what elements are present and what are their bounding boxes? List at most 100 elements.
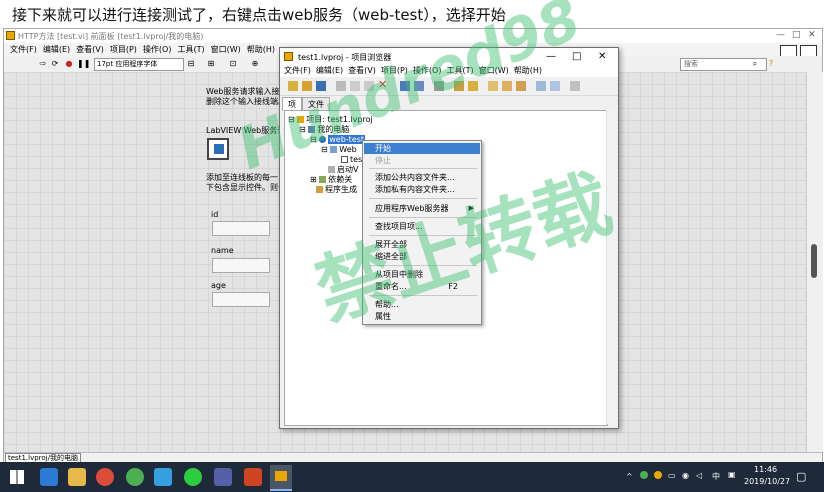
battery-icon[interactable]: ▭	[668, 471, 676, 480]
menu-file[interactable]: 文件(F)	[10, 43, 37, 56]
ime-indicator[interactable]: 中	[712, 471, 720, 482]
tree-project[interactable]: ⊟ 项目: test1.lvproj	[288, 115, 373, 125]
menu-item-stop[interactable]: 停止	[364, 155, 480, 166]
explorer-menu-project[interactable]: 项目(P)	[381, 65, 408, 77]
explorer-maximize-icon[interactable]: □	[572, 51, 581, 62]
network-icon[interactable]: ◉	[682, 471, 689, 480]
menu-view[interactable]: 查看(V)	[76, 43, 104, 56]
field-age-input[interactable]	[212, 292, 270, 307]
tree-my-computer[interactable]: ⊟ 我的电脑	[299, 125, 349, 135]
abort-icon[interactable]: ●	[64, 59, 74, 69]
save-all-icon[interactable]	[316, 81, 326, 91]
add-folder-icon[interactable]	[488, 81, 498, 91]
notification-icon[interactable]: ▢	[796, 470, 806, 483]
new-file-icon[interactable]	[288, 81, 298, 91]
menu-item-help[interactable]: 帮助...	[364, 299, 480, 310]
menu-item-remove-from-project[interactable]: 从项目中删除	[364, 269, 480, 280]
menu-item-rename[interactable]: 重命名... F2	[364, 281, 480, 292]
menu-project[interactable]: 项目(P)	[110, 43, 137, 56]
chrome-icon[interactable]	[96, 468, 114, 486]
explorer-menu-tools[interactable]: 工具(T)	[446, 65, 473, 77]
open-folder-icon[interactable]	[302, 81, 312, 91]
properties-icon[interactable]	[536, 81, 546, 91]
windows-start-icon[interactable]	[10, 470, 24, 484]
menu-item-add-private-folder[interactable]: 添加私有内容文件夹...	[364, 184, 480, 195]
explorer-menu-operate[interactable]: 操作(O)	[413, 65, 442, 77]
menu-item-app-web-server[interactable]: 应用程序Web服务器 ▶	[364, 203, 480, 214]
tree-vscroll[interactable]	[606, 110, 617, 424]
wechat-icon[interactable]	[184, 468, 202, 486]
paste-icon[interactable]	[364, 81, 374, 91]
tray-app-icon[interactable]	[640, 471, 648, 479]
menu-edit[interactable]: 编辑(E)	[43, 43, 70, 56]
menu-help[interactable]: 帮助(H)	[247, 43, 275, 56]
vscroll-thumb[interactable]	[811, 244, 817, 278]
volume-icon[interactable]: ◁	[696, 471, 702, 480]
pause-icon[interactable]: ❚❚	[77, 59, 90, 69]
reorder-icon[interactable]: ⊕	[250, 59, 260, 69]
menu-item-collapse-all[interactable]: 缩进全部	[364, 251, 480, 262]
add-vi-icon[interactable]	[516, 81, 526, 91]
help-icon[interactable]: ?	[766, 59, 776, 69]
run-arrow-icon[interactable]: ⇨	[38, 59, 48, 69]
run-continuous-icon[interactable]: ⟳	[50, 59, 60, 69]
delete-icon[interactable]: ✕	[378, 79, 388, 90]
tree-web-test[interactable]: ⊟ web-test	[310, 135, 366, 145]
tab-files[interactable]: 文件	[302, 97, 330, 111]
ime-mode-icon[interactable]: ▣	[728, 470, 736, 479]
help-toolbar-icon[interactable]	[550, 81, 560, 91]
front-panel-vscroll[interactable]	[806, 72, 823, 452]
menu-window[interactable]: 窗口(W)	[211, 43, 241, 56]
build-spec-icon[interactable]	[414, 81, 424, 91]
resize-icon[interactable]: ⊡	[228, 59, 238, 69]
tree-vi[interactable]: tes	[341, 155, 362, 165]
tree-build-specs[interactable]: 程序生成	[316, 185, 357, 195]
add-file-icon[interactable]	[502, 81, 512, 91]
filter-icon[interactable]	[434, 81, 444, 91]
app-purple-icon[interactable]	[214, 468, 232, 486]
build-icon[interactable]	[400, 81, 410, 91]
tray-app2-icon[interactable]	[654, 471, 662, 479]
explorer-menu-file[interactable]: 文件(F)	[284, 65, 311, 77]
app-green-icon[interactable]	[126, 468, 144, 486]
explorer-close-icon[interactable]: ✕	[598, 51, 606, 62]
tree-dependencies[interactable]: ⊞ 依赖关	[310, 175, 352, 185]
tray-chevron-icon[interactable]: ^	[626, 472, 633, 481]
labview-taskbar-icon[interactable]	[270, 465, 292, 491]
expand-icon[interactable]	[454, 81, 464, 91]
webservice-request-icon[interactable]	[207, 138, 229, 160]
clock-date[interactable]: 2019/10/27	[744, 477, 790, 486]
menu-item-properties[interactable]: 属性	[364, 311, 480, 322]
menu-item-add-public-folder[interactable]: 添加公共内容文件夹...	[364, 172, 480, 183]
menu-operate[interactable]: 操作(O)	[143, 43, 172, 56]
distribute-icon[interactable]: ⊞	[206, 59, 216, 69]
powerpoint-icon[interactable]	[244, 468, 262, 486]
menu-tools[interactable]: 工具(T)	[177, 43, 204, 56]
clock-time[interactable]: 11:46	[754, 465, 777, 474]
search-icon[interactable]: ⌕	[750, 59, 760, 69]
app-star-icon[interactable]	[154, 468, 172, 486]
close-icon[interactable]: ✕	[808, 30, 816, 40]
explorer-menu-window[interactable]: 窗口(W)	[479, 65, 509, 77]
font-select[interactable]: 17pt 应用程序字体	[94, 58, 184, 71]
align-icon[interactable]: ⊟	[186, 59, 196, 69]
field-id-input[interactable]	[212, 221, 270, 236]
cut-icon[interactable]	[336, 81, 346, 91]
copy-icon[interactable]	[350, 81, 360, 91]
menu-item-find-project-items[interactable]: 查找项目项...	[364, 221, 480, 232]
minimize-icon[interactable]: —	[776, 30, 785, 40]
tab-items[interactable]: 项	[282, 97, 302, 111]
menu-item-start[interactable]: 开始	[364, 143, 480, 154]
tree-web-folder[interactable]: ⊟ Web	[321, 145, 357, 155]
edge-browser-icon[interactable]	[40, 468, 58, 486]
menu-item-expand-all[interactable]: 展开全部	[364, 239, 480, 250]
tree-startup[interactable]: 启动V	[328, 165, 358, 175]
explorer-menu-view[interactable]: 查看(V)	[348, 65, 376, 77]
maximize-icon[interactable]: □	[792, 30, 801, 40]
field-name-input[interactable]	[212, 258, 270, 273]
settings-icon[interactable]	[570, 81, 580, 91]
explorer-minimize-icon[interactable]: —	[546, 51, 556, 62]
explorer-menu-help[interactable]: 帮助(H)	[514, 65, 542, 77]
collapse-icon[interactable]	[468, 81, 478, 91]
file-explorer-icon[interactable]	[68, 468, 86, 486]
